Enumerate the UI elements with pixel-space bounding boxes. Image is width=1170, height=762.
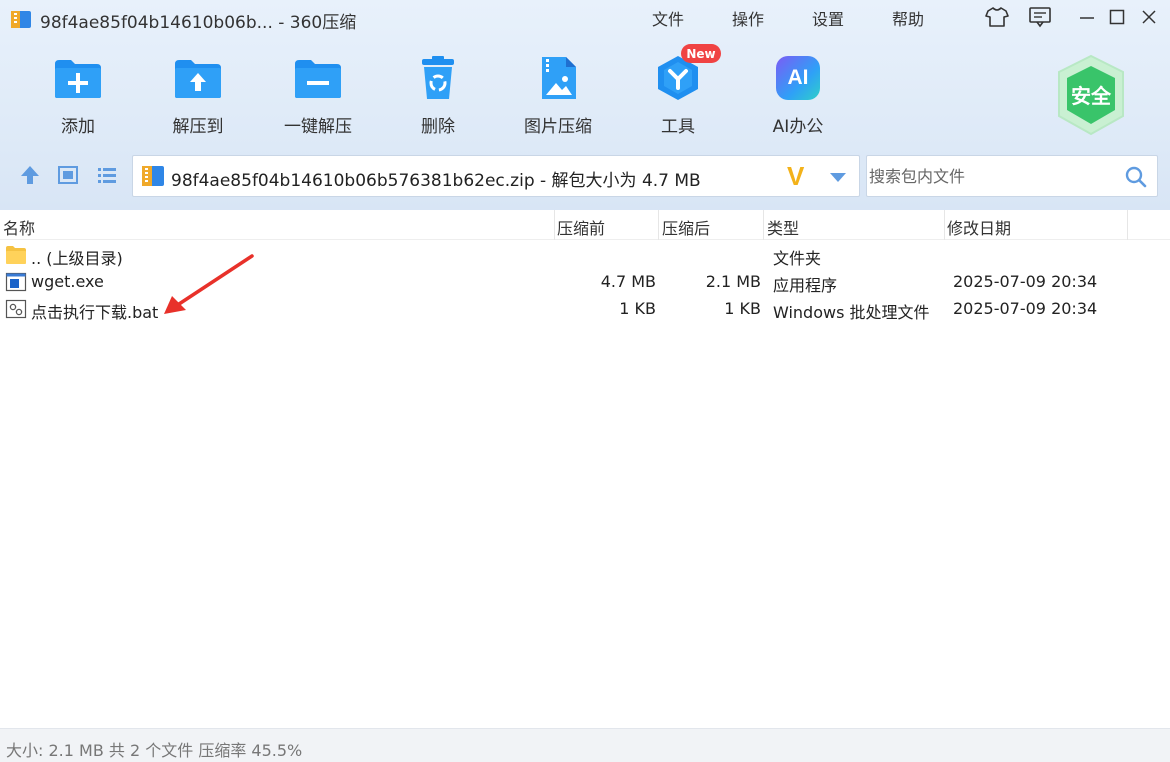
file-size: 1 KB <box>619 299 656 318</box>
col-after[interactable]: 压缩后 <box>662 215 710 239</box>
status-bar: 大小: 2.1 MB 共 2 个文件 压缩率 45.5% <box>0 728 1170 762</box>
address-row: 98f4ae85f04b14610b06b576381b62ec.zip - 解… <box>0 150 1170 206</box>
archive-app-icon <box>11 11 31 28</box>
image-compress-icon <box>532 52 584 104</box>
add-button[interactable]: 添加 <box>23 52 133 142</box>
v-badge-icon[interactable]: V <box>787 162 813 190</box>
extract-folder-icon <box>172 52 224 104</box>
title-bar: 98f4ae85f04b14610b06b... - 360压缩 文件 操作 设… <box>0 0 1170 36</box>
ai-office-label: AI办公 <box>772 117 824 137</box>
file-date: 2025-07-09 20:34 <box>953 299 1098 318</box>
table-row[interactable]: 点击执行下载.bat 1 KB 1 KB Windows 批处理文件 2025-… <box>0 296 1170 322</box>
safe-label: 安全 <box>1071 84 1111 108</box>
file-date: 2025-07-09 20:34 <box>953 272 1098 291</box>
path-bar[interactable]: 98f4ae85f04b14610b06b576381b62ec.zip - 解… <box>132 155 860 197</box>
file-type: 文件夹 <box>773 249 822 268</box>
image-compress-button[interactable]: 图片压缩 <box>503 52 613 142</box>
ai-office-icon: AI <box>772 52 824 104</box>
extract-to-button[interactable]: 解压到 <box>143 52 253 142</box>
safe-shield-icon[interactable]: 安全 <box>1055 54 1127 136</box>
bat-icon <box>5 299 27 319</box>
one-click-folder-icon <box>292 52 344 104</box>
table-row[interactable]: .. (上级目录) 文件夹 <box>0 242 1170 268</box>
one-click-extract-label: 一键解压 <box>284 117 352 137</box>
recycle-bin-icon <box>412 52 464 104</box>
col-name[interactable]: 名称 <box>3 215 35 239</box>
file-name: wget.exe <box>31 272 104 291</box>
maximize-icon[interactable] <box>1104 6 1130 28</box>
status-text: 大小: 2.1 MB 共 2 个文件 压缩率 45.5% <box>6 741 303 760</box>
add-folder-icon <box>52 52 104 104</box>
tools-label: 工具 <box>661 117 695 137</box>
path-text: 98f4ae85f04b14610b06b576381b62ec.zip - 解… <box>171 171 701 191</box>
minimize-icon[interactable] <box>1074 6 1100 28</box>
menu-help[interactable]: 帮助 <box>892 6 924 30</box>
ai-icon-text: AI <box>776 56 820 100</box>
column-divider[interactable] <box>1127 210 1128 240</box>
column-header: 名称 压缩前 压缩后 类型 修改日期 <box>0 210 1170 240</box>
column-divider[interactable] <box>763 210 764 240</box>
column-divider[interactable] <box>944 210 945 240</box>
file-packed: 2.1 MB <box>705 272 761 291</box>
window-title: 98f4ae85f04b14610b06b... - 360压缩 <box>40 13 357 33</box>
search-icon[interactable] <box>1125 166 1147 188</box>
close-icon[interactable] <box>1136 6 1162 28</box>
tools-button[interactable]: 工具 <box>623 52 733 142</box>
skin-shirt-icon[interactable] <box>984 6 1010 28</box>
image-compress-label: 图片压缩 <box>524 117 592 137</box>
new-badge: New <box>681 44 721 63</box>
menu-operate[interactable]: 操作 <box>732 6 764 30</box>
col-compressed[interactable]: 压缩前 <box>557 215 605 239</box>
col-type[interactable]: 类型 <box>767 215 799 239</box>
ai-office-button[interactable]: AI AI办公 <box>743 52 853 142</box>
table-row[interactable]: wget.exe 4.7 MB 2.1 MB 应用程序 2025-07-09 2… <box>0 269 1170 295</box>
file-name: 点击执行下载.bat <box>31 303 159 322</box>
search-box <box>866 155 1158 197</box>
column-divider[interactable] <box>658 210 659 240</box>
folder-icon <box>6 246 26 264</box>
file-type: 应用程序 <box>773 276 838 295</box>
file-packed: 1 KB <box>724 299 761 318</box>
add-label: 添加 <box>61 117 95 137</box>
list-view-icon[interactable] <box>94 162 120 188</box>
file-name: .. (上级目录) <box>31 249 123 268</box>
column-divider[interactable] <box>554 210 555 240</box>
col-modified[interactable]: 修改日期 <box>947 215 1011 239</box>
up-arrow-icon[interactable] <box>17 162 43 188</box>
file-size: 4.7 MB <box>600 272 656 291</box>
menu-settings[interactable]: 设置 <box>812 6 844 30</box>
exe-icon <box>5 272 27 292</box>
top-chrome: 98f4ae85f04b14610b06b... - 360压缩 文件 操作 设… <box>0 0 1170 210</box>
thumbnail-view-icon[interactable] <box>55 162 81 188</box>
search-input[interactable] <box>869 158 1109 194</box>
file-type: Windows 批处理文件 <box>773 303 930 322</box>
menu-file[interactable]: 文件 <box>652 6 684 30</box>
extract-to-label: 解压到 <box>172 117 224 137</box>
chevron-down-icon[interactable] <box>828 170 848 184</box>
zip-file-icon <box>142 166 164 186</box>
one-click-extract-button[interactable]: 一键解压 <box>263 52 373 142</box>
feedback-icon[interactable] <box>1027 6 1053 28</box>
delete-button[interactable]: 删除 <box>383 52 493 142</box>
delete-label: 删除 <box>421 117 455 137</box>
